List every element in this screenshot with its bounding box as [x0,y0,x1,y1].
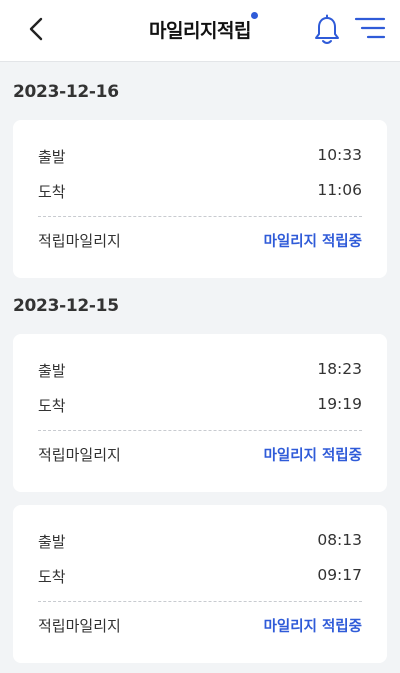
departure-label: 출발 [38,533,66,551]
notification-button[interactable] [312,14,342,46]
page-title-text: 마일리지적립 [149,20,251,42]
menu-icon [354,17,386,39]
mileage-record-card[interactable]: 출발 18:23 도착 19:19 적립마일리지 마일리지 적립중 [13,334,387,492]
mileage-label: 적립마일리지 [38,446,121,464]
departure-time: 10:33 [317,146,362,164]
arrival-label: 도착 [38,397,66,415]
mileage-label: 적립마일리지 [38,617,121,635]
mileage-row: 적립마일리지 마일리지 적립중 [38,230,362,252]
bell-icon [315,14,339,44]
menu-button[interactable] [354,16,386,42]
dashed-divider [38,601,362,602]
mileage-row: 적립마일리지 마일리지 적립중 [38,444,362,466]
mileage-status: 마일리지 적립중 [263,619,362,635]
departure-row: 출발 18:23 [38,360,362,382]
arrival-label: 도착 [38,183,66,201]
departure-time: 18:23 [317,360,362,378]
mileage-record-card[interactable]: 출발 08:13 도착 09:17 적립마일리지 마일리지 적립중 [13,505,387,663]
departure-label: 출발 [38,362,66,380]
arrival-time: 09:17 [317,566,362,584]
mileage-status: 마일리지 적립중 [263,448,362,464]
arrival-time: 19:19 [317,395,362,413]
arrival-label: 도착 [38,568,66,586]
arrival-time: 11:06 [317,181,362,199]
departure-label: 출발 [38,148,66,166]
mileage-label: 적립마일리지 [38,232,121,250]
dashed-divider [38,430,362,431]
date-heading: 2023-12-16 [13,82,119,102]
departure-time: 08:13 [317,531,362,549]
arrival-row: 도착 11:06 [38,181,362,203]
page-title: 마일리지적립 [149,12,258,43]
arrival-row: 도착 19:19 [38,395,362,417]
dashed-divider [38,216,362,217]
mileage-row: 적립마일리지 마일리지 적립중 [38,615,362,637]
mileage-record-card[interactable]: 출발 10:33 도착 11:06 적립마일리지 마일리지 적립중 [13,120,387,278]
arrival-row: 도착 09:17 [38,566,362,588]
departure-row: 출발 10:33 [38,146,362,168]
mileage-status: 마일리지 적립중 [263,234,362,250]
departure-row: 출발 08:13 [38,531,362,553]
notification-dot [250,12,258,19]
date-heading: 2023-12-15 [13,296,119,316]
top-app-bar: 마일리지적립 [0,0,400,62]
